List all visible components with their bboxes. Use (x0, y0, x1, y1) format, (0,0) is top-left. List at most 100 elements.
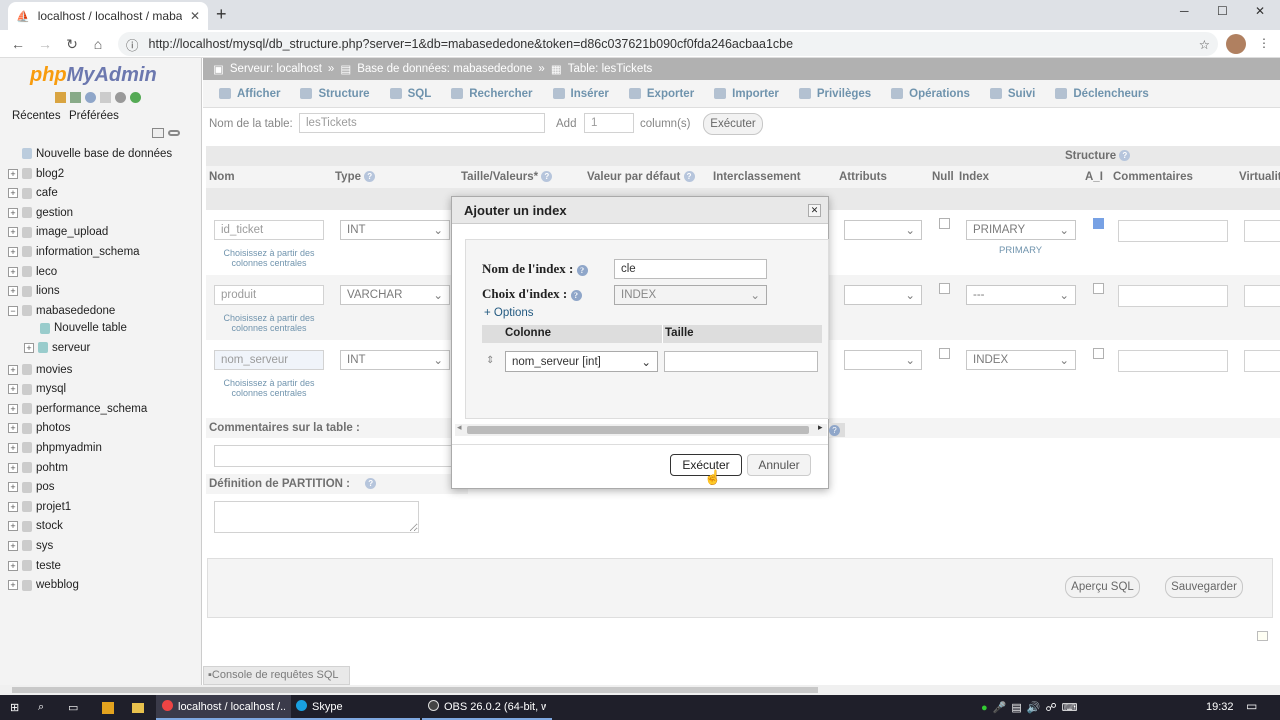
expand-icon[interactable]: + (8, 560, 18, 571)
file-explorer-icon[interactable] (126, 695, 150, 720)
close-window-icon[interactable]: ✕ (1255, 4, 1265, 18)
collapse-all-icon[interactable] (152, 128, 164, 138)
sidebar-db-pohtm[interactable]: + pohtm (8, 458, 68, 477)
settings-gear-icon[interactable] (115, 92, 126, 103)
clock[interactable]: 19:32 (1206, 701, 1234, 713)
tray-icons[interactable]: ● 🎤 ▤ 🔊 ☍ ⌨ (975, 695, 1084, 720)
docs-icon[interactable] (100, 92, 111, 103)
expand-icon[interactable]: + (24, 342, 34, 353)
new-tab-button[interactable]: + (216, 4, 227, 25)
link-icon[interactable] (168, 130, 180, 136)
expand-icon[interactable]: + (8, 521, 18, 532)
expand-icon[interactable]: + (8, 364, 18, 375)
sidebar-db-webblog[interactable]: + webblog (8, 576, 79, 595)
expand-icon[interactable]: + (8, 207, 18, 218)
tray-green-icon[interactable]: ● (981, 702, 988, 714)
index-column-select[interactable]: nom_serveur [int] ⌄ (505, 351, 658, 372)
info-icon[interactable]: ⓘ (126, 35, 139, 54)
notifications-icon[interactable]: ▭ (1246, 699, 1257, 713)
expand-icon[interactable]: + (8, 403, 18, 414)
drag-handle-icon[interactable]: ⇕ (486, 355, 494, 366)
microphone-icon[interactable]: 🎤 (993, 701, 1007, 714)
index-choice-select[interactable]: INDEX ⌄ (614, 285, 767, 305)
menu-dots-icon[interactable]: ⋮ (1258, 36, 1270, 50)
expand-icon[interactable]: + (8, 168, 18, 179)
expand-icon[interactable]: + (8, 540, 18, 551)
minimize-icon[interactable]: ─ (1180, 4, 1189, 18)
close-tab-icon[interactable]: ✕ (190, 9, 200, 23)
scroll-right-icon[interactable]: ▸ (818, 422, 823, 433)
avatar[interactable] (1226, 34, 1246, 54)
sidebar-db-phpmyadmin[interactable]: + phpmyadmin (8, 438, 102, 457)
sidebar-db-mysql[interactable]: + mysql (8, 380, 66, 399)
help-icon[interactable]: ? (576, 264, 588, 276)
sidebar-db-information_schema[interactable]: + information_schema (8, 242, 140, 261)
index-size-input[interactable] (664, 351, 818, 372)
sidebar-db-gestion[interactable]: + gestion (8, 203, 73, 222)
expand-icon[interactable]: + (8, 286, 18, 297)
horizontal-scrollbar[interactable]: ◂ ▸ (455, 422, 827, 436)
expand-icon[interactable]: + (8, 462, 18, 473)
taskbar-obs[interactable]: OBS 26.0.2 (64-bit, wi... (422, 695, 552, 720)
sidebar-db-mabasededone[interactable]: − mabasededone (8, 301, 115, 320)
index-name-input[interactable] (614, 259, 767, 279)
sidebar-db-projet1[interactable]: + projet1 (8, 497, 71, 516)
sidebar-db-performance_schema[interactable]: + performance_schema (8, 399, 147, 418)
expand-icon[interactable]: + (8, 246, 18, 257)
expand-icon[interactable]: + (8, 384, 18, 395)
scroll-left-icon[interactable]: ◂ (457, 422, 462, 433)
keyboard-icon[interactable]: ⌨ (1062, 701, 1078, 714)
search-icon[interactable]: ⌕ (32, 695, 50, 720)
sidebar-table-nouvelle-table[interactable]: Nouvelle table (40, 319, 127, 338)
favorites-tab[interactable]: Préférées (69, 110, 119, 122)
expand-icon[interactable]: + (8, 188, 18, 199)
scrollbar-thumb[interactable] (467, 426, 809, 434)
sidebar-db-leco[interactable]: + leco (8, 262, 57, 281)
browser-tab[interactable]: ⛵ localhost / localhost / mabasedc ✕ (8, 2, 208, 30)
expand-icon[interactable]: + (8, 580, 18, 591)
sidebar-db-pos[interactable]: + pos (8, 478, 55, 497)
task-view-icon[interactable]: ▭ (62, 695, 84, 720)
help-icon[interactable]: ? (570, 289, 582, 301)
volume-icon[interactable]: 🔊 (1027, 701, 1041, 714)
phpmyadmin-logo[interactable]: phpMyAdmin (30, 64, 157, 87)
close-icon[interactable]: ✕ (808, 204, 821, 217)
logout-icon[interactable] (70, 92, 81, 103)
expand-icon[interactable]: + (8, 501, 18, 512)
outlook-icon[interactable] (96, 695, 120, 720)
expand-icon[interactable]: + (8, 482, 18, 493)
reload-icon[interactable]: ↻ (62, 34, 82, 54)
sidebar-db-stock[interactable]: + stock (8, 517, 63, 536)
sidebar-db-lions[interactable]: + lions (8, 282, 60, 301)
sidebar-db-cafe[interactable]: + cafe (8, 184, 58, 203)
home-icon[interactable] (55, 92, 66, 103)
tray-icon[interactable]: ▤ (1011, 701, 1021, 714)
taskbar-chrome[interactable]: localhost / localhost /... (156, 695, 291, 720)
wifi-icon[interactable]: ☍ (1045, 701, 1056, 714)
back-icon[interactable]: ← (8, 34, 28, 54)
sidebar-db-image_upload[interactable]: + image_upload (8, 223, 108, 242)
sidebar-db-photos[interactable]: + photos (8, 419, 71, 438)
expand-icon[interactable]: + (8, 442, 18, 453)
maximize-icon[interactable]: ☐ (1217, 4, 1228, 18)
recent-tab[interactable]: Récentes (12, 110, 61, 122)
sidebar-db-blog2[interactable]: + blog2 (8, 164, 64, 183)
new-database-item[interactable]: Nouvelle base de données (8, 144, 172, 163)
sidebar-db-movies[interactable]: + movies (8, 360, 72, 379)
page-scrollbar[interactable] (0, 685, 1280, 695)
collapse-icon[interactable]: − (8, 305, 18, 316)
home-icon[interactable]: ⌂ (88, 34, 108, 54)
expand-icon[interactable]: + (8, 227, 18, 238)
options-toggle[interactable]: + Options (484, 307, 534, 319)
windows-start-icon[interactable]: ⊞ (4, 695, 25, 720)
address-bar[interactable]: ⓘ http://localhost/mysql/db_structure.ph… (118, 32, 1218, 56)
page-scrollbar-thumb[interactable] (12, 687, 818, 693)
bookmark-star-icon[interactable]: ☆ (1199, 37, 1210, 52)
forward-icon[interactable]: → (35, 34, 55, 54)
sidebar-db-sys[interactable]: + sys (8, 536, 53, 555)
dialog-cancel-button[interactable]: Annuler (747, 454, 811, 476)
sidebar-table-serveur[interactable]: + serveur (24, 338, 90, 357)
help-icon[interactable]: ? (829, 423, 845, 437)
expand-icon[interactable]: + (8, 423, 18, 434)
help-icon[interactable] (85, 92, 96, 103)
